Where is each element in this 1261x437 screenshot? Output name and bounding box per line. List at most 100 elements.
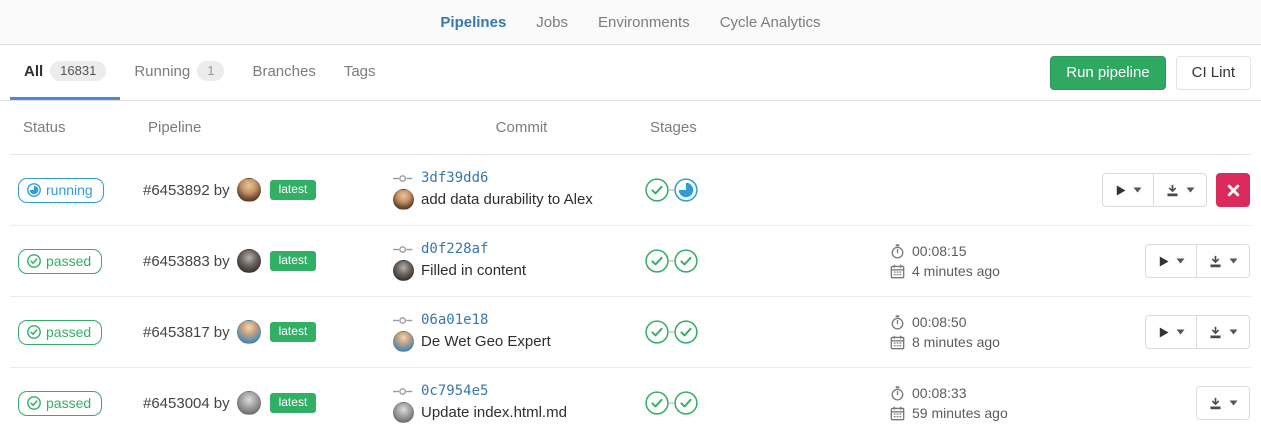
commit-sha-link[interactable]: d0f228af bbox=[421, 241, 488, 257]
status-badge-passed[interactable]: passed bbox=[18, 391, 102, 416]
latest-badge[interactable]: latest bbox=[270, 251, 317, 270]
stage-passed-icon[interactable] bbox=[645, 320, 669, 344]
header-stages: Stages bbox=[645, 119, 890, 136]
stages-cell bbox=[645, 391, 890, 415]
time-cell: 00:08:15 4 minutes ago bbox=[890, 243, 1065, 279]
commit-message-link[interactable]: Filled in content bbox=[421, 262, 526, 279]
by-label: by bbox=[214, 324, 230, 341]
calendar-icon bbox=[890, 406, 905, 421]
commit-author-avatar[interactable] bbox=[393, 189, 414, 210]
play-icon bbox=[1157, 255, 1170, 268]
header-pipeline: Pipeline bbox=[143, 119, 393, 136]
user-avatar[interactable] bbox=[237, 391, 261, 415]
download-artifacts-dropdown-button[interactable] bbox=[1197, 387, 1249, 419]
pipeline-id-link[interactable]: #6453817 bbox=[143, 324, 210, 341]
commit-message-link[interactable]: Update index.html.md bbox=[421, 404, 567, 421]
status-cell: running bbox=[18, 178, 143, 203]
duration-value: 00:08:50 bbox=[912, 314, 967, 330]
tab-all-label: All bbox=[24, 63, 43, 80]
status-badge-passed[interactable]: passed bbox=[18, 249, 102, 274]
pipeline-id-link[interactable]: #6453004 bbox=[143, 395, 210, 412]
play-dropdown-button[interactable] bbox=[1103, 174, 1153, 206]
status-badge-passed[interactable]: passed bbox=[18, 320, 102, 345]
time-cell: 00:08:33 59 minutes ago bbox=[890, 385, 1065, 421]
commit-author-avatar[interactable] bbox=[393, 260, 414, 281]
stage-passed-icon[interactable] bbox=[674, 249, 698, 273]
stopwatch-icon bbox=[890, 386, 905, 401]
nav-environments[interactable]: Environments bbox=[596, 10, 692, 35]
tab-branches[interactable]: Branches bbox=[238, 45, 329, 100]
actions-cell bbox=[1065, 386, 1251, 420]
passed-check-icon bbox=[27, 325, 41, 339]
commit-author-avatar[interactable] bbox=[393, 402, 414, 423]
user-avatar[interactable] bbox=[237, 178, 261, 202]
duration-value: 00:08:33 bbox=[912, 385, 967, 401]
pipeline-cell: #6453817 by latest bbox=[143, 320, 393, 344]
duration-value: 00:08:15 bbox=[912, 243, 967, 259]
play-icon bbox=[1157, 326, 1170, 339]
cancel-pipeline-button[interactable] bbox=[1216, 173, 1250, 207]
commit-cell: 3df39dd6 add data durability to Alex bbox=[393, 170, 645, 210]
stage-passed-icon[interactable] bbox=[645, 249, 669, 273]
age-value: 8 minutes ago bbox=[912, 334, 1000, 350]
commit-sha-link[interactable]: 3df39dd6 bbox=[421, 170, 488, 186]
chevron-down-icon bbox=[1229, 400, 1238, 406]
user-avatar[interactable] bbox=[237, 249, 261, 273]
tab-all-count-badge: 16831 bbox=[50, 61, 106, 81]
play-dropdown-button[interactable] bbox=[1146, 245, 1196, 277]
status-cell: passed bbox=[18, 391, 143, 416]
passed-check-icon bbox=[27, 396, 41, 410]
actions-button-group bbox=[1145, 244, 1250, 278]
stage-passed-icon[interactable] bbox=[674, 320, 698, 344]
download-artifacts-dropdown-button[interactable] bbox=[1196, 316, 1249, 348]
close-icon bbox=[1227, 184, 1240, 197]
download-artifacts-dropdown-button[interactable] bbox=[1196, 245, 1249, 277]
pipeline-row: passed #6453817 by latest 06a01e18 De We… bbox=[10, 297, 1251, 368]
pipeline-id-link[interactable]: #6453892 bbox=[143, 182, 210, 199]
actions-button-group bbox=[1102, 173, 1207, 207]
stages-cell bbox=[645, 320, 890, 344]
age-value: 4 minutes ago bbox=[912, 263, 1000, 279]
nav-cycle-analytics[interactable]: Cycle Analytics bbox=[718, 10, 823, 35]
nav-pipelines[interactable]: Pipelines bbox=[438, 10, 508, 35]
status-badge-running[interactable]: running bbox=[18, 178, 104, 203]
age-line: 4 minutes ago bbox=[890, 263, 1000, 279]
tab-running[interactable]: Running 1 bbox=[120, 45, 238, 100]
pipeline-row: running #6453892 by latest 3df39dd6 add … bbox=[10, 155, 1251, 226]
chevron-down-icon bbox=[1176, 329, 1185, 335]
tab-all[interactable]: All 16831 bbox=[10, 45, 120, 100]
age-value: 59 minutes ago bbox=[912, 405, 1008, 421]
stage-passed-icon[interactable] bbox=[674, 391, 698, 415]
commit-message-link[interactable]: add data durability to Alex bbox=[421, 191, 593, 208]
by-label: by bbox=[214, 395, 230, 412]
actions-button-group bbox=[1145, 315, 1250, 349]
pipeline-actions: Run pipeline CI Lint bbox=[1050, 45, 1251, 100]
play-dropdown-button[interactable] bbox=[1146, 316, 1196, 348]
commit-cell: d0f228af Filled in content bbox=[393, 241, 645, 281]
run-pipeline-button[interactable]: Run pipeline bbox=[1050, 56, 1165, 90]
nav-jobs[interactable]: Jobs bbox=[534, 10, 570, 35]
pipeline-id-link[interactable]: #6453883 bbox=[143, 253, 210, 270]
ci-lint-button[interactable]: CI Lint bbox=[1176, 56, 1251, 90]
download-artifacts-dropdown-button[interactable] bbox=[1153, 174, 1206, 206]
stages-cell bbox=[645, 249, 890, 273]
stage-passed-icon[interactable] bbox=[645, 178, 669, 202]
commit-sha-link[interactable]: 06a01e18 bbox=[421, 312, 488, 328]
table-header: Status Pipeline Commit Stages bbox=[10, 101, 1251, 155]
commit-author-avatar[interactable] bbox=[393, 331, 414, 352]
user-avatar[interactable] bbox=[237, 320, 261, 344]
latest-badge[interactable]: latest bbox=[270, 322, 317, 341]
tab-tags[interactable]: Tags bbox=[330, 45, 390, 100]
stage-running-icon[interactable] bbox=[674, 178, 698, 202]
commit-message-link[interactable]: De Wet Geo Expert bbox=[421, 333, 551, 350]
stage-passed-icon[interactable] bbox=[645, 391, 669, 415]
status-label: passed bbox=[46, 324, 91, 340]
pipeline-cell: #6453004 by latest bbox=[143, 391, 393, 415]
chevron-down-icon bbox=[1186, 187, 1195, 193]
latest-badge[interactable]: latest bbox=[270, 393, 317, 412]
duration-line: 00:08:50 bbox=[890, 314, 967, 330]
latest-badge[interactable]: latest bbox=[270, 180, 317, 199]
actions-cell bbox=[1065, 244, 1251, 278]
commit-sha-link[interactable]: 0c7954e5 bbox=[421, 383, 488, 399]
by-label: by bbox=[214, 182, 230, 199]
